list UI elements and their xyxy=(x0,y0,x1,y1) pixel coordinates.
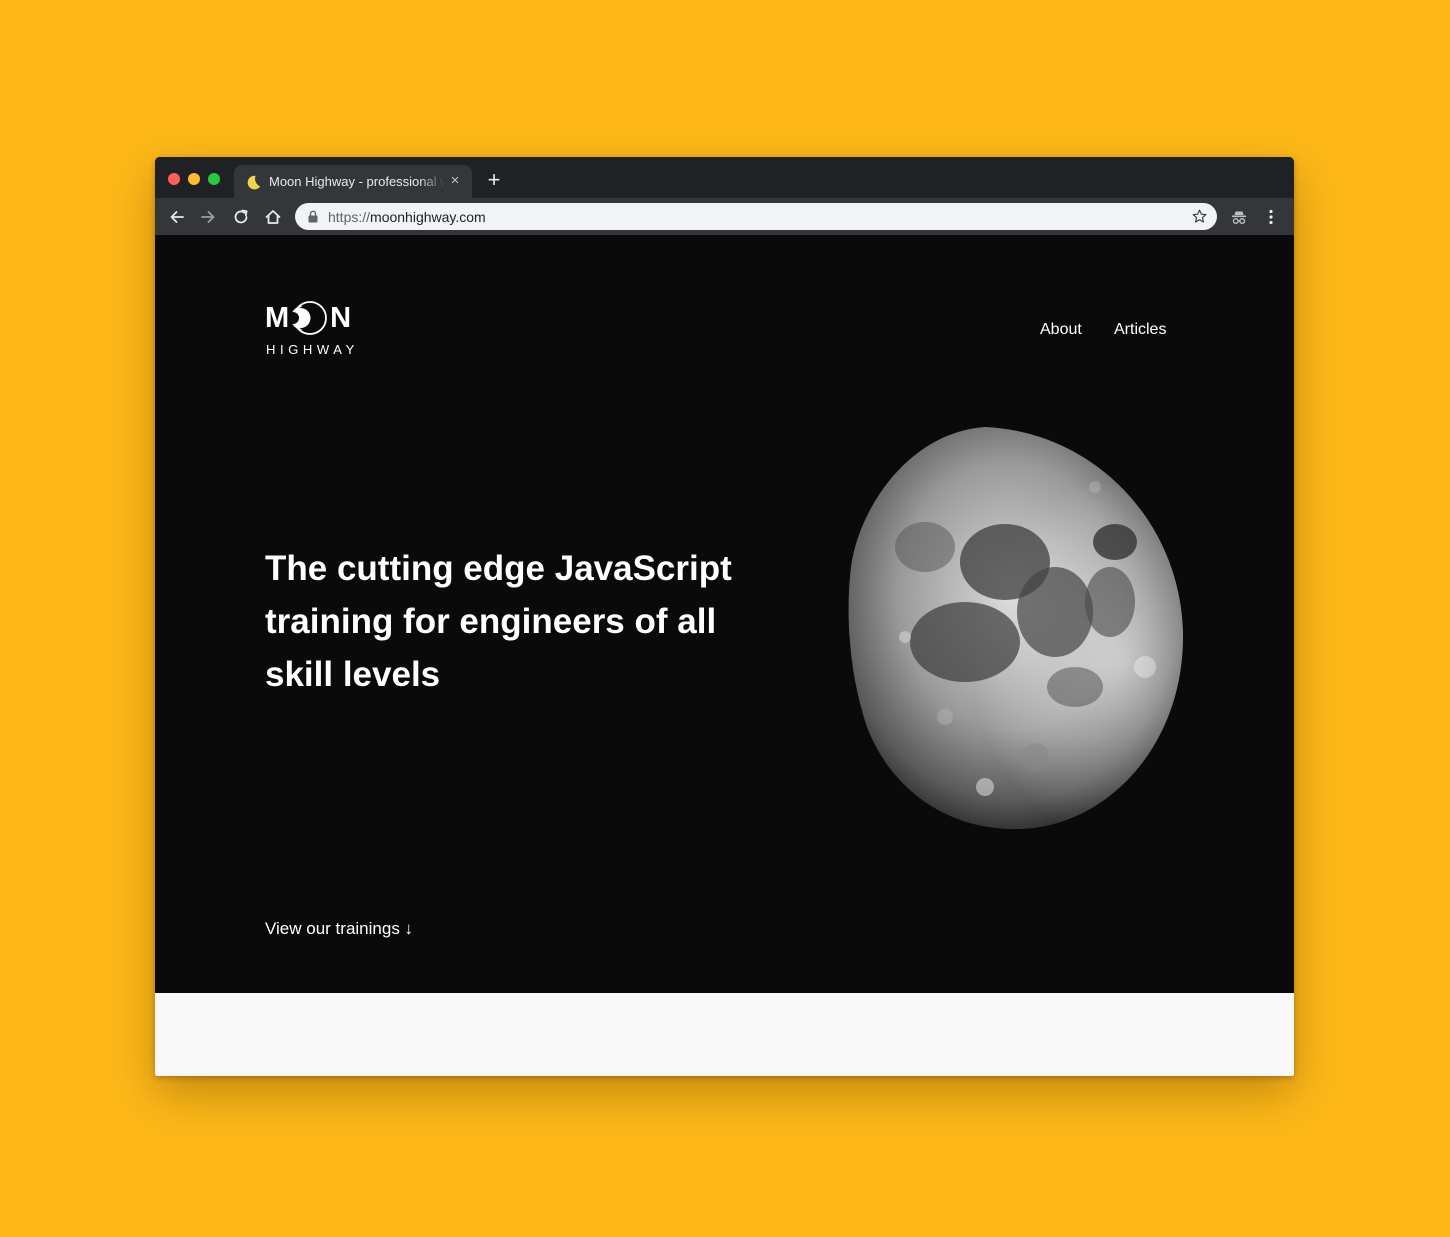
nav-about-link[interactable]: About xyxy=(1040,321,1082,339)
url-scheme: https:// xyxy=(328,209,371,225)
view-trainings-link[interactable]: View our trainings ↓ xyxy=(265,919,413,939)
moon-logo-icon xyxy=(290,301,328,335)
moon-image xyxy=(848,427,1184,830)
url-host: moonhighway.com xyxy=(370,209,486,225)
reload-icon[interactable] xyxy=(231,207,251,227)
url-text: https://moonhighway.com xyxy=(328,209,486,225)
forward-arrow-icon[interactable] xyxy=(198,207,218,227)
logo-subtitle: HIGHWAY xyxy=(266,342,359,357)
tab-strip: Moon Highway - professional web developm… xyxy=(155,157,1294,198)
nav-articles-link[interactable]: Articles xyxy=(1114,321,1166,339)
browser-toolbar: https://moonhighway.com xyxy=(155,198,1294,235)
maximize-window-button[interactable] xyxy=(208,173,220,185)
star-icon[interactable] xyxy=(1191,208,1208,225)
logo-letter-n: N xyxy=(330,302,352,334)
lock-icon xyxy=(308,210,318,223)
tab-title: Moon Highway - professional web developm… xyxy=(269,174,445,189)
kebab-menu-icon[interactable] xyxy=(1261,207,1281,227)
browser-window: Moon Highway - professional web developm… xyxy=(155,157,1294,1076)
home-icon[interactable] xyxy=(263,207,283,227)
incognito-icon[interactable] xyxy=(1229,207,1249,227)
site-logo[interactable]: M N HIGHWAY xyxy=(265,298,359,357)
close-icon[interactable]: × xyxy=(447,173,463,189)
tab-moon-highway[interactable]: Moon Highway - professional web developm… xyxy=(234,165,472,198)
address-bar[interactable]: https://moonhighway.com xyxy=(295,203,1217,230)
logo-letter-m: M xyxy=(265,302,290,334)
moon-favicon-icon xyxy=(247,175,261,190)
close-window-button[interactable] xyxy=(168,173,180,185)
back-arrow-icon[interactable] xyxy=(167,207,187,227)
minimize-window-button[interactable] xyxy=(188,173,200,185)
content-section xyxy=(155,993,1294,1076)
hero-headline: The cutting edge JavaScript training for… xyxy=(265,549,732,694)
hero-section: M N HIGHWAY About Articles The cutting e… xyxy=(155,235,1294,993)
logo-wordmark: M N xyxy=(265,301,351,335)
plus-icon[interactable]: + xyxy=(484,169,504,191)
